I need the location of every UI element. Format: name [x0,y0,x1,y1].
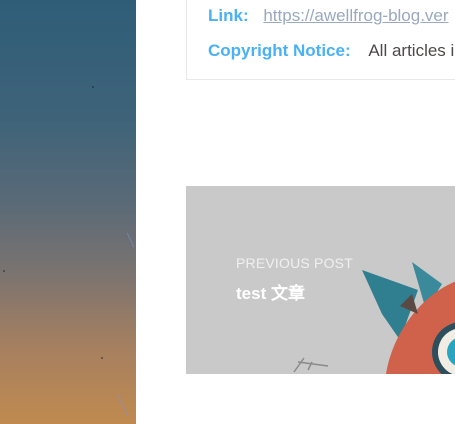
background-streak [117,394,128,416]
previous-post-card[interactable]: Previous Post test 文章 [186,186,455,374]
copyright-link-row: Link: https://awellfrog-blog.ver [208,6,449,26]
side-background-image [0,0,136,424]
background-speck [101,357,103,359]
copyright-link-url[interactable]: https://awellfrog-blog.ver [263,6,448,25]
copyright-notice-label: Copyright Notice: [208,41,351,60]
background-speck [92,86,94,88]
copyright-link-label: Link: [208,6,249,25]
background-streak [126,232,135,248]
previous-post-title[interactable]: test 文章 [236,284,353,304]
previous-post-caption: Previous Post [236,255,353,271]
copyright-notice-row: Copyright Notice: All articles in [208,41,455,61]
post-copyright: Link: https://awellfrog-blog.ver Copyrig… [186,0,455,80]
previous-post-info: Previous Post test 文章 [236,255,353,304]
copyright-notice-text: All articles in [368,41,455,60]
background-speck [3,270,5,272]
